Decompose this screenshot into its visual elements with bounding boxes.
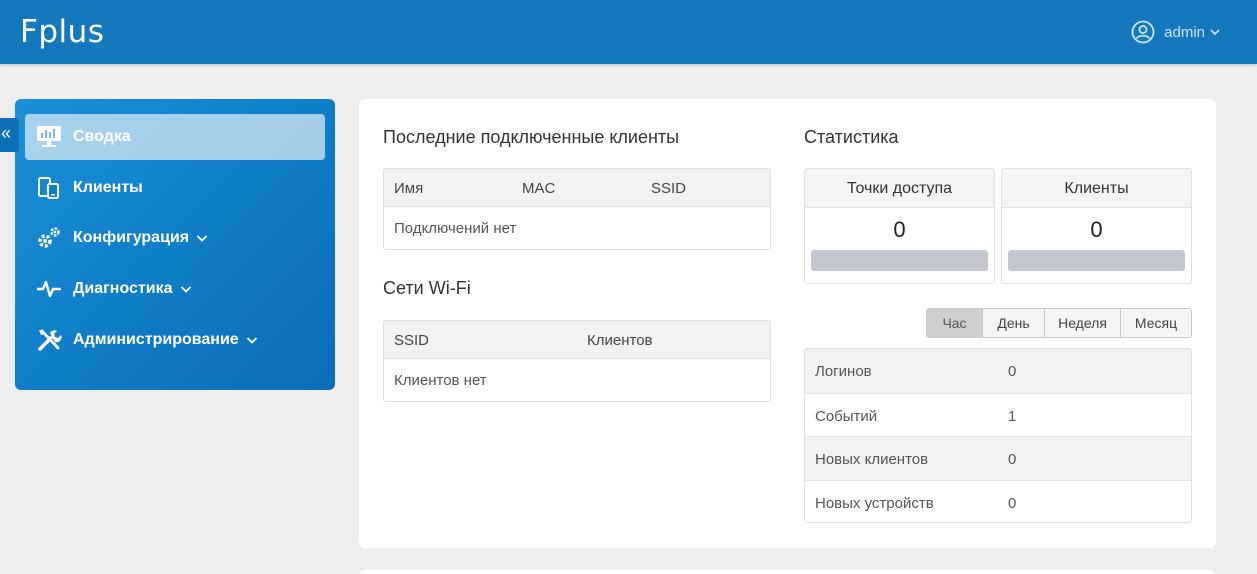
empty-message: Клиентов нет — [394, 372, 487, 389]
user-menu[interactable]: admin — [1131, 20, 1221, 44]
stat-box-label: Точки доступа — [805, 169, 994, 208]
chevron-down-icon — [1210, 29, 1220, 36]
chevron-down-icon — [180, 286, 191, 293]
period-day-button[interactable]: День — [982, 309, 1044, 337]
column-header-mac[interactable]: MAC — [522, 180, 555, 197]
recent-clients-title: Последние подключенные клиенты — [383, 127, 680, 147]
sidebar-item-label: Клиенты — [73, 179, 143, 196]
stat-box-clients: Клиенты 0 — [1001, 168, 1192, 284]
stat-box-bar — [811, 250, 988, 271]
sidebar-item-label: Конфигурация — [73, 229, 190, 246]
chevron-down-icon — [196, 235, 208, 242]
empty-message: Подключений нет — [394, 220, 517, 237]
table-row: Новых клиентов 0 — [805, 436, 1191, 480]
table-row: Событий 1 — [805, 392, 1191, 437]
stat-box-label: Клиенты — [1002, 169, 1191, 208]
table-header: Имя MAC SSID — [384, 169, 770, 207]
table-row: Новых устройств 0 — [805, 479, 1191, 523]
stat-value: 1 — [1008, 407, 1017, 425]
stat-label: Новых клиентов — [815, 451, 929, 468]
sidebar-item-configuration[interactable]: Конфигурация — [25, 215, 325, 261]
gears-icon — [35, 224, 63, 252]
tools-icon — [35, 326, 63, 354]
wifi-networks-title: Сети Wi-Fi — [383, 278, 471, 298]
sidebar-item-clients[interactable]: Клиенты — [25, 165, 325, 211]
table-header: SSID Клиентов — [384, 321, 770, 359]
period-selector: Час День Неделя Месяц — [926, 308, 1192, 338]
stat-value: 0 — [1008, 451, 1017, 468]
statistics-title: Статистика — [804, 127, 899, 147]
devices-icon — [35, 174, 63, 202]
table-row: Подключений нет — [384, 207, 770, 249]
stat-value: 0 — [1008, 363, 1017, 380]
sidebar-item-administration[interactable]: Администрирование — [25, 317, 325, 363]
period-hour-button[interactable]: Час — [927, 309, 982, 337]
stat-box-access-points: Точки доступа 0 — [804, 168, 995, 284]
top-header: Fplus admin — [0, 0, 1257, 64]
sidebar-item-label: Администрирование — [73, 331, 239, 348]
sidebar-item-label: Диагностика — [73, 280, 173, 297]
period-week-button[interactable]: Неделя — [1044, 309, 1120, 337]
stats-table: Логинов 0 Событий 1 Новых клиентов 0 Нов… — [804, 348, 1192, 523]
period-month-button[interactable]: Месяц — [1120, 309, 1191, 337]
stat-box-bar — [1008, 250, 1185, 271]
sidebar-item-label: Сводка — [73, 128, 131, 145]
wifi-networks-table: SSID Клиентов Клиентов нет — [383, 320, 771, 402]
sidebar-item-diagnostics[interactable]: Диагностика — [25, 266, 325, 312]
column-header-name[interactable]: Имя — [394, 180, 423, 197]
column-header-ssid[interactable]: SSID — [394, 332, 429, 349]
table-row: Логинов 0 — [805, 349, 1191, 393]
column-header-clients[interactable]: Клиентов — [587, 332, 653, 349]
table-row: Клиентов нет — [384, 359, 770, 401]
column-header-ssid[interactable]: SSID — [651, 180, 686, 197]
stat-value: 0 — [1008, 494, 1017, 512]
app-logo[interactable]: Fplus — [20, 14, 104, 50]
pulse-icon — [35, 275, 63, 303]
sidebar: Сводка Клиенты Конфигурация Диагностика … — [15, 99, 335, 390]
sidebar-item-dashboard[interactable]: Сводка — [25, 114, 325, 160]
stat-box-value: 0 — [1090, 217, 1103, 242]
stat-label: Новых устройств — [815, 494, 934, 512]
dashboard-icon — [35, 123, 63, 151]
stat-label: Логинов — [815, 363, 872, 380]
recent-clients-table: Имя MAC SSID Подключений нет — [383, 168, 771, 250]
user-avatar-icon — [1131, 20, 1155, 44]
stat-label: Событий — [815, 407, 878, 425]
stat-box-value: 0 — [893, 217, 906, 242]
secondary-card — [359, 570, 1216, 574]
sidebar-collapse-button[interactable]: « — [0, 118, 19, 152]
chevron-down-icon — [246, 337, 257, 344]
user-name: admin — [1164, 23, 1205, 41]
